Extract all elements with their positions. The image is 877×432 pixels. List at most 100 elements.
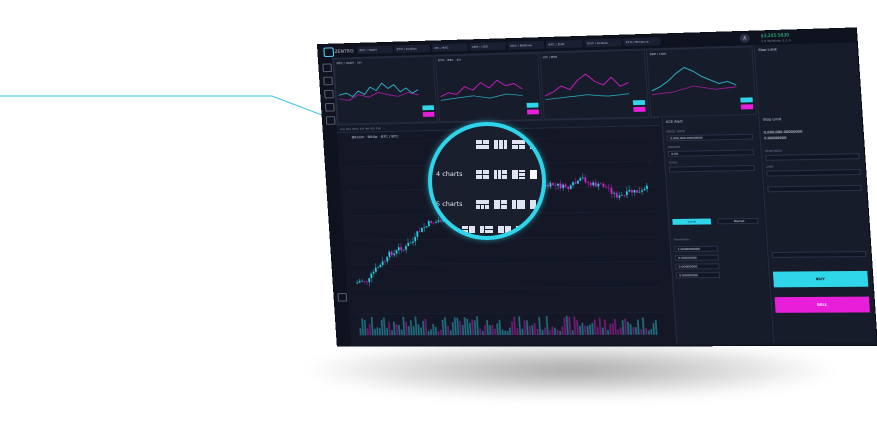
wallet-icon[interactable] xyxy=(324,89,334,99)
candle-body xyxy=(559,183,562,189)
layout-grid-icon[interactable] xyxy=(494,200,508,210)
layout-grid-icon[interactable] xyxy=(494,140,508,150)
layout-grid-icon[interactable] xyxy=(476,140,490,150)
ticker-tab[interactable]: ADA / Bitfinex xyxy=(507,40,545,50)
layout-grid-icon[interactable] xyxy=(530,170,542,180)
mini-chart-panel[interactable]: LTC / BTC xyxy=(539,49,650,120)
volume-bar xyxy=(654,320,658,335)
ticker-tab[interactable]: BTC / EUR xyxy=(545,39,583,49)
candle-body xyxy=(388,251,391,258)
mini-chart-pair: BTC / USDT · 1H xyxy=(336,60,362,66)
volume-bar xyxy=(645,328,648,335)
candle-body xyxy=(587,182,589,184)
volume-bar xyxy=(523,320,527,336)
chart-icon[interactable] xyxy=(323,76,333,86)
candle-body xyxy=(425,226,428,228)
volume-bar xyxy=(414,316,418,336)
volume-bar xyxy=(589,324,592,335)
candle-body xyxy=(564,184,567,187)
settings-icon[interactable] xyxy=(337,293,348,302)
volume-bar xyxy=(611,323,615,335)
alerts-icon[interactable] xyxy=(325,116,336,125)
amount-input[interactable]: 0.00 xyxy=(667,149,755,157)
candle-body xyxy=(569,185,572,189)
candle-body xyxy=(572,182,574,186)
candle-body xyxy=(584,177,587,183)
candle-body xyxy=(645,185,648,189)
amount-input-right[interactable] xyxy=(767,184,862,193)
layout-grid-icon[interactable] xyxy=(516,226,530,236)
candle-body xyxy=(641,190,643,192)
volume-bar xyxy=(543,327,547,335)
buy-button[interactable]: BUY xyxy=(772,270,869,288)
ticker-tab[interactable]: LTC / BTC xyxy=(431,43,468,52)
logo-icon[interactable] xyxy=(323,47,335,58)
layout-grid-icon[interactable] xyxy=(476,200,490,210)
ticker-tab[interactable]: XRP / USD xyxy=(469,42,506,51)
candle-body xyxy=(377,267,379,268)
layout-row: 5 charts xyxy=(432,194,542,214)
volume-bar xyxy=(619,327,622,335)
avatar[interactable]: A xyxy=(739,33,751,43)
limit-tab[interactable]: Limit xyxy=(672,218,712,225)
volume-bar xyxy=(417,324,420,336)
candle-body xyxy=(416,231,419,237)
stop-price-label: STOP PRICE xyxy=(764,149,783,154)
buy-button-mini[interactable] xyxy=(526,102,539,108)
layout-grid-icon[interactable] xyxy=(476,170,490,180)
layout-grid-icon[interactable] xyxy=(512,170,526,180)
candle-wick xyxy=(394,250,395,258)
buy-button-mini[interactable] xyxy=(740,97,753,103)
candle-body xyxy=(390,251,393,256)
orders-icon[interactable] xyxy=(324,102,335,112)
candle-body xyxy=(605,187,608,188)
volume-bar xyxy=(506,330,509,336)
sell-button-mini[interactable] xyxy=(740,104,754,110)
sell-button-mini[interactable] xyxy=(526,109,539,115)
ticker-tab[interactable]: ETH / Binance xyxy=(623,37,661,47)
volume-bar xyxy=(626,321,630,335)
total-input-right[interactable] xyxy=(771,251,867,258)
total-input[interactable] xyxy=(668,165,756,173)
layout-grid-icon[interactable] xyxy=(512,200,526,210)
dashboard-icon[interactable] xyxy=(322,63,333,73)
layout-grid-icon[interactable] xyxy=(530,200,542,210)
ticker-tab[interactable]: DOT / Kraken xyxy=(584,38,622,48)
layout-grid-icon[interactable] xyxy=(480,226,494,236)
limit-input[interactable] xyxy=(766,169,861,177)
history-label: Transaction xyxy=(673,238,691,242)
price-input[interactable]: 0,000,000.00000000 xyxy=(666,133,754,142)
volume-bar xyxy=(441,319,445,336)
sell-button-mini[interactable] xyxy=(422,111,435,117)
ticker-tab[interactable]: BTC / USDT xyxy=(357,45,393,55)
market-tab[interactable]: Market xyxy=(717,217,759,225)
layout-grid-icon[interactable] xyxy=(494,170,508,180)
right-price-value: 0,000,000.00000000 xyxy=(763,129,803,135)
mini-chart-pair: ETH · BTC · 1H xyxy=(438,57,461,63)
volume-bar xyxy=(434,326,438,336)
layout-grid-icon[interactable] xyxy=(498,226,512,236)
mini-chart-panel[interactable]: BTC / USDT · 1H xyxy=(333,55,439,125)
candle-body xyxy=(395,250,398,254)
candle-body xyxy=(393,253,396,256)
candle-body xyxy=(577,180,579,184)
buy-button-mini[interactable] xyxy=(422,105,435,111)
buy-button-mini[interactable] xyxy=(632,100,646,106)
volume-bar xyxy=(391,330,394,336)
candle-body xyxy=(589,183,592,186)
candle-body xyxy=(400,247,403,251)
stop-price-input[interactable] xyxy=(765,153,860,161)
layout-row: 4 charts xyxy=(432,164,542,184)
layout-grid-icon[interactable] xyxy=(462,226,476,236)
layout-grid-icon[interactable] xyxy=(512,140,526,150)
ticker-tab[interactable]: ETH / Kraken xyxy=(394,44,431,54)
layout-grid-icon[interactable] xyxy=(530,140,542,150)
volume-bar xyxy=(579,326,582,335)
sell-button[interactable]: SELL xyxy=(774,296,870,313)
mini-chart-panel[interactable]: ETH · BTC · 1H xyxy=(434,52,543,123)
volume-bar xyxy=(479,328,482,336)
volume-bar xyxy=(456,317,460,336)
sell-button-mini[interactable] xyxy=(633,106,646,112)
app-logo-text: ZENTRO xyxy=(334,48,354,54)
mini-chart-panel[interactable]: XRP / USD xyxy=(645,46,758,118)
